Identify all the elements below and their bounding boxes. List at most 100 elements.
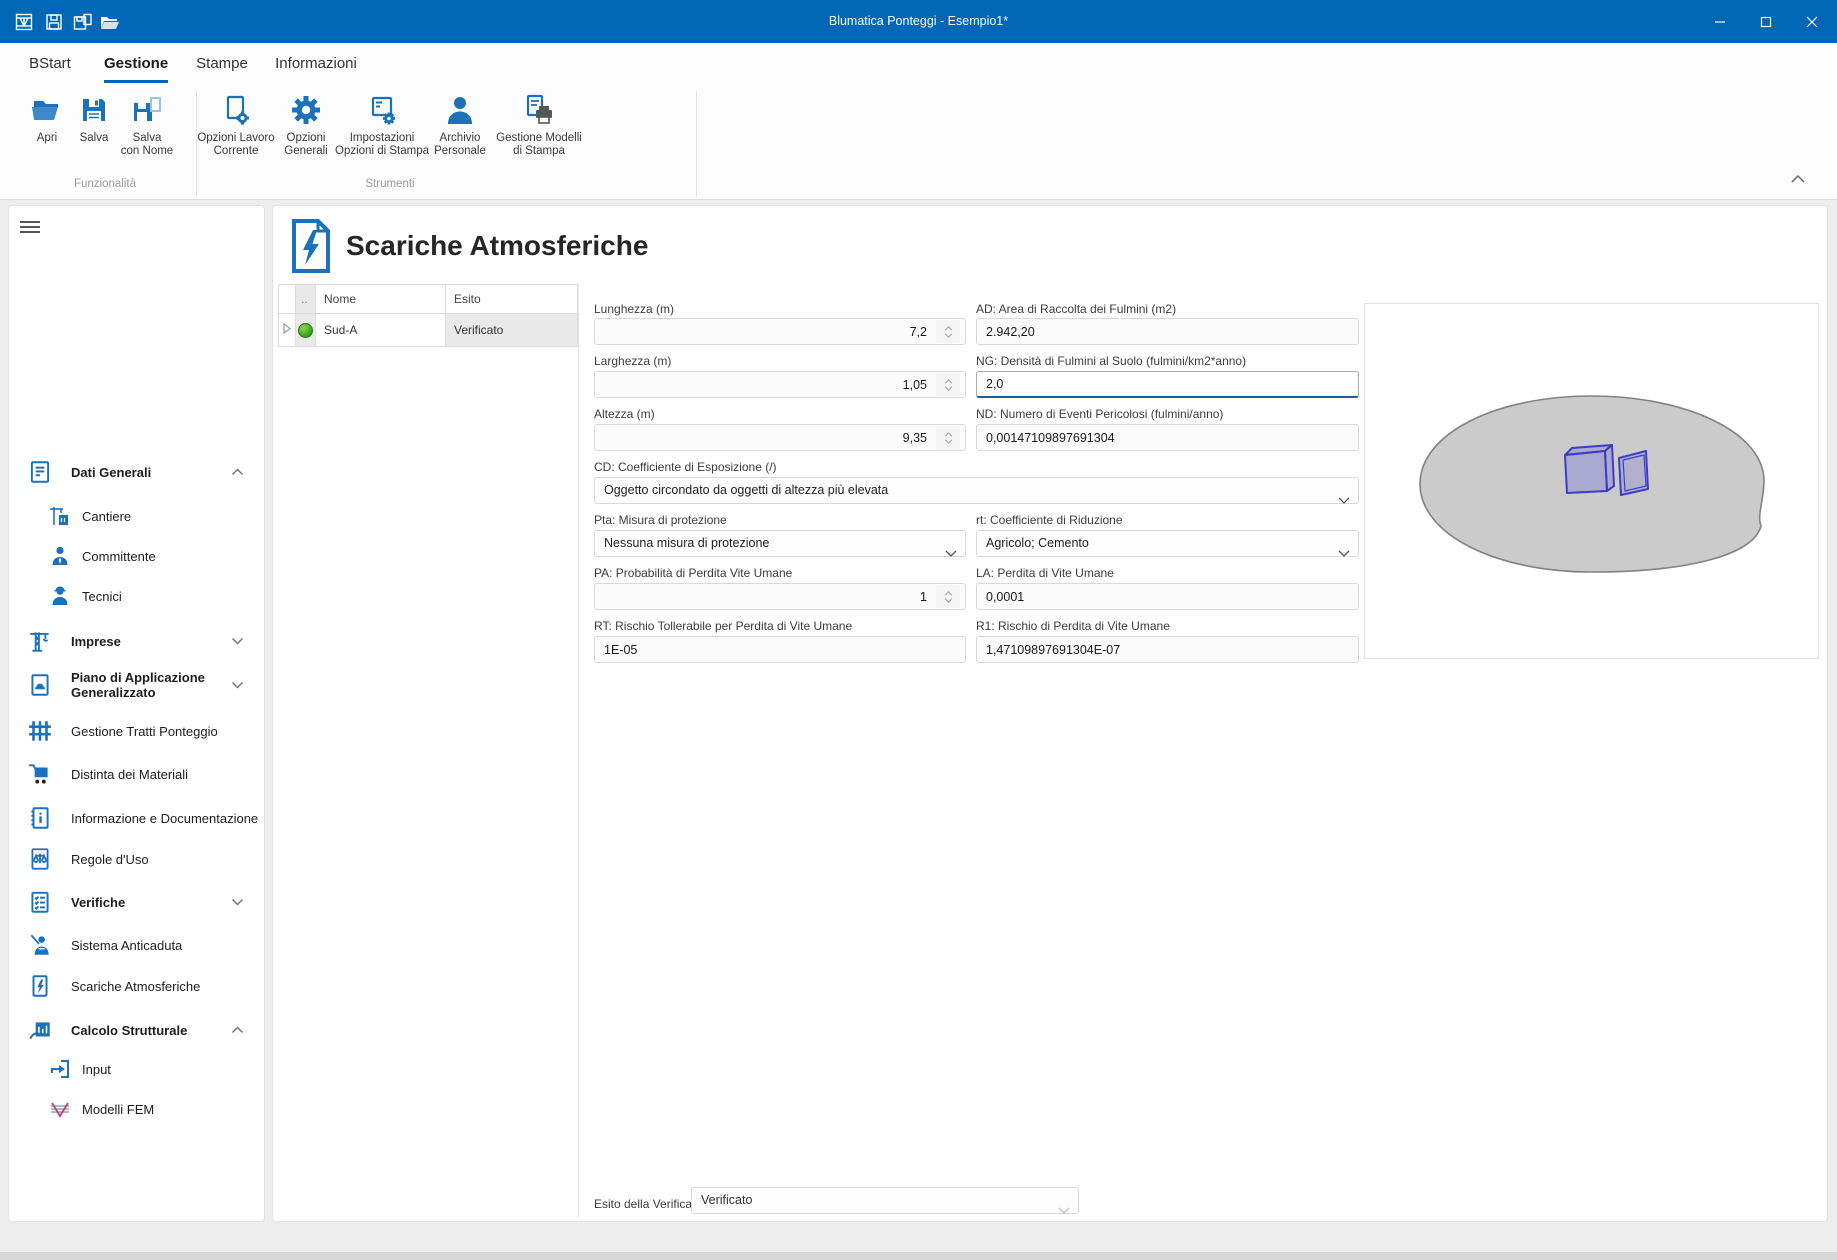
- ng-input[interactable]: [976, 371, 1359, 398]
- la-input[interactable]: [976, 583, 1359, 610]
- esito-verifica-label: Esito della Verifica: [594, 1197, 692, 1211]
- table-header-esito[interactable]: Esito: [446, 284, 578, 314]
- sidebar-item-gestione-tratti[interactable]: Gestione Tratti Ponteggio: [9, 714, 266, 748]
- sidebar-item-dati-generali[interactable]: Dati Generali: [9, 454, 266, 490]
- person-tie-icon: [38, 544, 82, 568]
- page-title: Scariche Atmosferiche: [346, 230, 648, 262]
- window-bottom-edge: [0, 1252, 1837, 1260]
- floppy-icon: [77, 93, 111, 127]
- chevron-down-icon: [231, 676, 244, 694]
- r1-input[interactable]: [976, 636, 1359, 663]
- sidebar-item-regole-duso[interactable]: Regole d'Uso: [9, 842, 266, 876]
- sidebar-item-sistema-anticaduta[interactable]: Sistema Anticaduta: [9, 928, 266, 962]
- person-icon: [443, 93, 477, 127]
- field-label-rt-coeff: rt: Coefficiente di Riduzione: [976, 513, 1123, 527]
- field-label-pta: Pta: Misura di protezione: [594, 513, 727, 527]
- sidebar-item-verifiche[interactable]: Verifiche: [9, 884, 266, 920]
- scaffold-box-wireframe: [1565, 445, 1614, 493]
- row-nome-cell: Sud-A: [316, 314, 446, 347]
- altezza-spinner[interactable]: [936, 426, 960, 449]
- sidebar-item-modelli-fem[interactable]: Modelli FEM: [9, 1092, 266, 1126]
- field-label-ng: NG: Densità di Fulmini al Suolo (fulmini…: [976, 354, 1246, 368]
- esito-verifica-select[interactable]: Verificato: [691, 1187, 1079, 1214]
- lightning-document-icon: [289, 218, 333, 279]
- hamburger-menu-icon[interactable]: [20, 218, 40, 234]
- field-label-nd: ND: Numero di Eventi Pericolosi (fulmini…: [976, 407, 1223, 421]
- 3d-viewport[interactable]: [1364, 303, 1819, 659]
- pa-input[interactable]: [594, 583, 966, 610]
- field-label-la: LA: Perdita di Vite Umane: [976, 566, 1114, 580]
- gestione-modelli-stampa-button[interactable]: Gestione Modellidi Stampa: [489, 93, 589, 158]
- group-caption-strumenti: Strumenti: [315, 178, 465, 190]
- input-arrow-icon: [38, 1057, 82, 1081]
- group-caption-funzionalita: Funzionalità: [30, 178, 180, 190]
- structural-calc-icon: [9, 1017, 71, 1043]
- archivio-personale-button[interactable]: ArchivioPersonale: [432, 93, 488, 158]
- ribbon: Apri Salva Salvacon Nome: [0, 85, 1837, 200]
- sidebar-item-committente[interactable]: Committente: [9, 539, 266, 573]
- sidebar-item-tecnici[interactable]: Tecnici: [9, 579, 266, 613]
- sidebar-item-informazione-documentazione[interactable]: Informazione e Documentazione: [9, 801, 266, 835]
- nd-input[interactable]: [976, 424, 1359, 451]
- cart-icon: [9, 761, 71, 787]
- maximize-button[interactable]: [1743, 0, 1789, 43]
- table-header-status[interactable]: ..: [296, 284, 316, 314]
- lightning-document-icon: [9, 973, 71, 999]
- tab-bstart[interactable]: BStart: [25, 43, 75, 85]
- print-settings-icon: [365, 93, 399, 127]
- ribbon-collapse-icon[interactable]: [1790, 171, 1814, 189]
- field-label-altezza: Altezza (m): [594, 407, 655, 421]
- field-label-rt: RT: Rischio Tollerabile per Perdita di V…: [594, 619, 852, 633]
- chevron-up-icon: [231, 463, 244, 481]
- salva-con-nome-button[interactable]: Salvacon Nome: [111, 93, 183, 158]
- sidebar-item-cantiere[interactable]: Cantiere: [9, 499, 266, 533]
- minimize-button[interactable]: [1697, 0, 1743, 43]
- person-helmet-icon: [38, 584, 82, 608]
- sidebar-item-distinta-materiali[interactable]: Distinta dei Materiali: [9, 757, 266, 791]
- cd-select[interactable]: Oggetto circondato da oggetti di altezza…: [594, 477, 1359, 504]
- floppy-new-icon: [130, 93, 164, 127]
- opzioni-lavoro-corrente-button[interactable]: Opzioni LavoroCorrente: [192, 93, 280, 158]
- window-bottom-area: [0, 1226, 1837, 1252]
- field-label-larghezza: Larghezza (m): [594, 354, 671, 368]
- sidebar-item-scariche-atmosferiche[interactable]: Scariche Atmosferiche: [9, 969, 266, 1003]
- sidebar-item-calcolo-strutturale[interactable]: Calcolo Strutturale: [9, 1012, 266, 1048]
- ribbon-group-separator: [696, 91, 697, 197]
- row-expander-icon[interactable]: [278, 314, 296, 347]
- titlebar: Blumatica Ponteggi - Esempio1*: [0, 0, 1837, 43]
- opzioni-generali-button[interactable]: OpzioniGenerali: [278, 93, 334, 158]
- navigation-sidebar: Dati Generali Cantiere Committente: [8, 205, 265, 1222]
- apri-button[interactable]: Apri: [22, 93, 72, 145]
- scaffold-grid-icon: [9, 718, 71, 744]
- altezza-input[interactable]: [594, 424, 966, 451]
- sidebar-item-imprese[interactable]: Imprese: [9, 623, 266, 659]
- table-form-divider: [578, 284, 579, 1218]
- lunghezza-spinner[interactable]: [936, 320, 960, 343]
- field-label-pa: PA: Probabilità di Perdita Vite Umane: [594, 566, 792, 580]
- chevron-down-icon: [945, 541, 957, 566]
- chevron-down-icon: [231, 632, 244, 650]
- tab-informazioni[interactable]: Informazioni: [274, 43, 358, 85]
- tab-gestione[interactable]: Gestione: [104, 43, 168, 85]
- rt-input[interactable]: [594, 636, 966, 663]
- larghezza-spinner[interactable]: [936, 373, 960, 396]
- close-button[interactable]: [1789, 0, 1835, 43]
- sidebar-item-piano-applicazione[interactable]: Piano di Applicazione Generalizzato: [9, 662, 266, 708]
- rt-coeff-select[interactable]: Agricolo; Cemento: [976, 530, 1359, 557]
- fem-mesh-icon: [38, 1097, 82, 1121]
- lunghezza-input[interactable]: [594, 318, 966, 345]
- field-label-r1: R1: Rischio di Perdita di Vite Umane: [976, 619, 1170, 633]
- ad-input[interactable]: [976, 318, 1359, 345]
- chevron-down-icon: [1338, 488, 1350, 513]
- tab-stampe[interactable]: Stampe: [196, 43, 248, 85]
- pa-spinner[interactable]: [936, 585, 960, 608]
- chevron-down-icon: [1058, 1198, 1070, 1223]
- sidebar-item-input[interactable]: Input: [9, 1052, 266, 1086]
- impostazioni-opzioni-stampa-button[interactable]: ImpostazioniOpzioni di Stampa: [330, 93, 434, 158]
- table-header-nome[interactable]: Nome: [316, 284, 446, 314]
- crane-icon: [9, 628, 71, 654]
- pta-select[interactable]: Nessuna misura di protezione: [594, 530, 966, 557]
- document-helmet-icon: [9, 672, 71, 698]
- row-esito-cell: Verificato: [446, 314, 578, 347]
- larghezza-input[interactable]: [594, 371, 966, 398]
